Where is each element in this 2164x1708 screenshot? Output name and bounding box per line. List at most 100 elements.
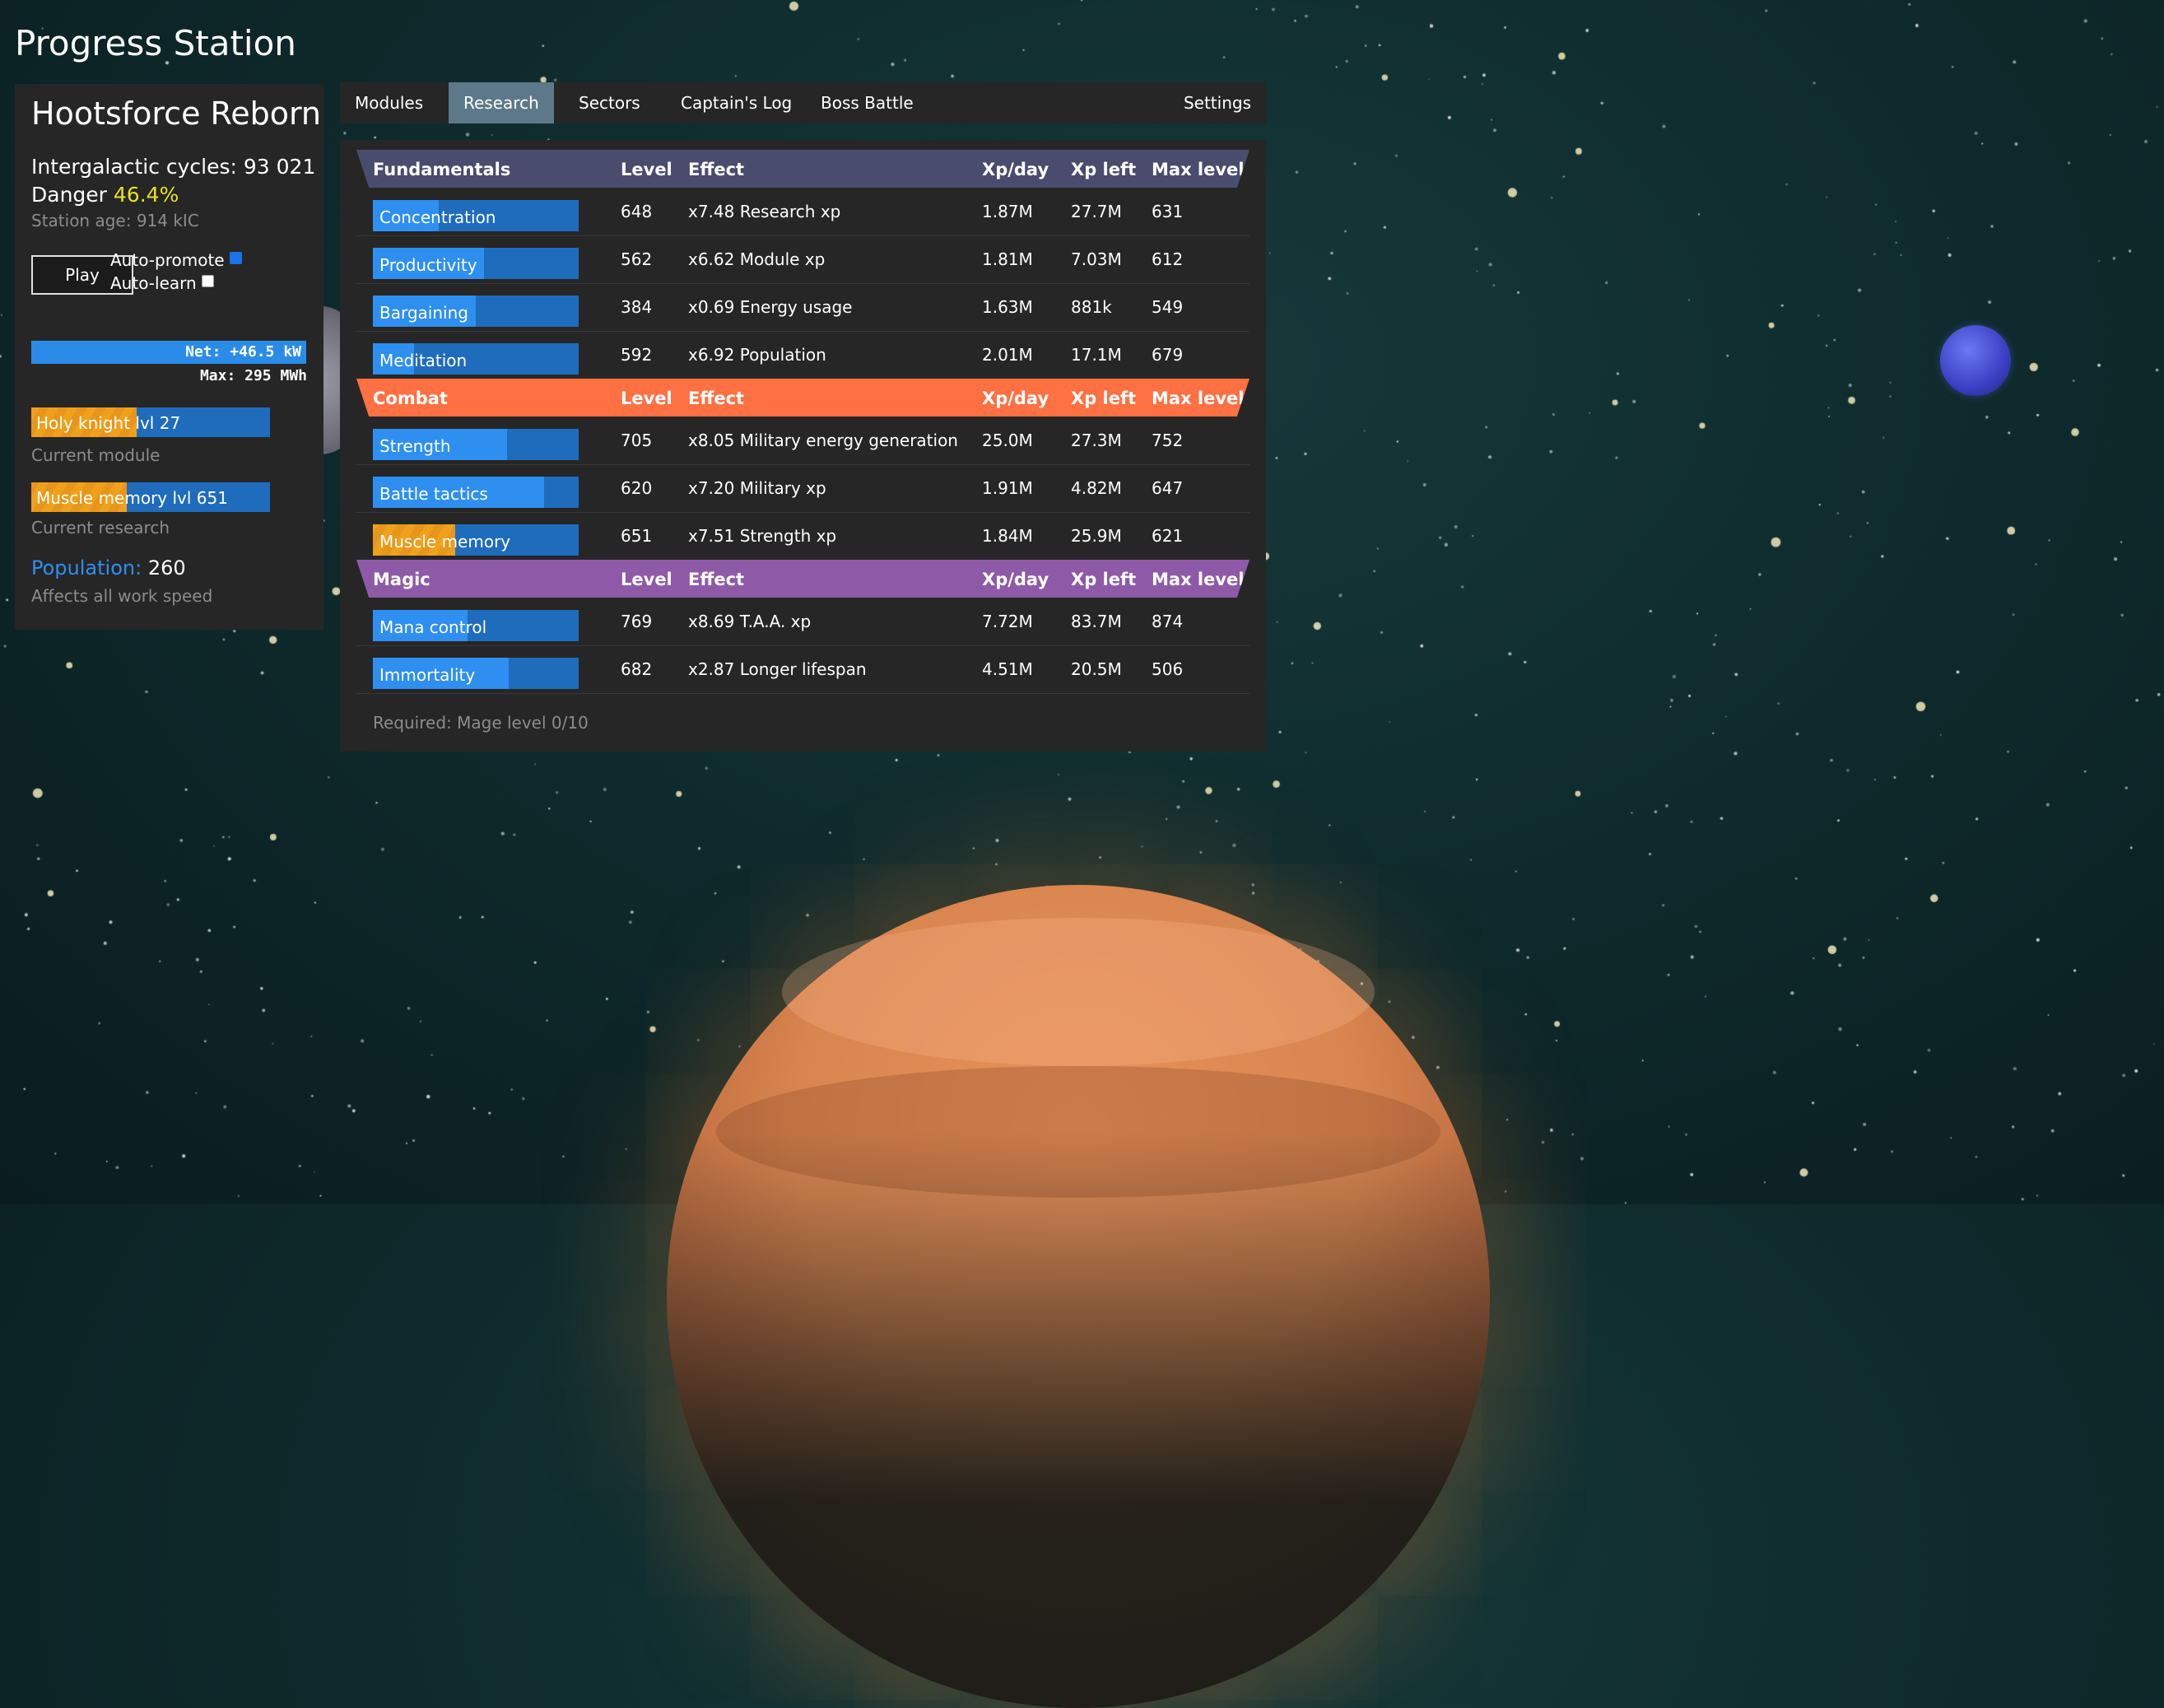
research-row: Concentration 648 x7.48 Research xp 1.87M 27…: [356, 188, 1250, 236]
auto-learn-checkbox[interactable]: [201, 275, 214, 287]
research-max-level: 647: [1152, 478, 1184, 498]
planet-shadow: [667, 885, 1490, 1708]
research-xp-left: 27.7M: [1071, 202, 1122, 221]
research-max-level: 506: [1152, 659, 1184, 679]
research-effect: x6.92 Population: [688, 345, 826, 365]
requirement-note: Required: Mage level 0/10: [373, 713, 589, 733]
column-header-level: Level: [621, 389, 672, 408]
research-xp-left: 25.9M: [1071, 526, 1122, 546]
research-effect: x8.05 Military energy generation: [688, 430, 958, 450]
danger-readout: Danger 46.4%: [31, 183, 179, 207]
column-header-effect: Effect: [688, 570, 745, 589]
research-effect: x7.48 Research xp: [688, 202, 841, 221]
column-header-xp-day: Xp/day: [982, 389, 1049, 408]
research-xp-day: 25.0M: [982, 430, 1033, 450]
population-value: 260: [147, 556, 186, 579]
research-row: Battle tactics 620 x7.20 Military xp 1.91M 4…: [356, 464, 1250, 513]
current-research-bar[interactable]: Muscle memory lvl 651: [31, 482, 270, 512]
tab-captains-log[interactable]: Captain's Log: [666, 82, 807, 123]
research-effect: x2.87 Longer lifespan: [688, 659, 867, 679]
population-readout: Population: 260: [31, 556, 186, 579]
research-name: Productivity: [379, 255, 477, 275]
research-xp-day: 7.72M: [982, 612, 1033, 631]
danger-label: Danger: [31, 183, 107, 207]
research-max-level: 621: [1152, 526, 1184, 546]
app-title: Progress Station: [15, 23, 296, 63]
research-level: 769: [621, 612, 653, 631]
research-progress-bar[interactable]: Strength: [373, 429, 579, 460]
research-name: Concentration: [379, 207, 496, 227]
research-xp-left: 7.03M: [1071, 249, 1122, 269]
research-name: Muscle memory: [379, 532, 511, 551]
category-header-magic: Magic Level Effect Xp/day Xp left Max level: [356, 560, 1250, 598]
research-max-level: 874: [1152, 612, 1184, 631]
tab-boss-battle[interactable]: Boss Battle: [806, 82, 928, 123]
current-module-caption: Current module: [31, 445, 161, 465]
research-name: Strength: [379, 436, 451, 456]
research-row: Muscle memory 651 x7.51 Strength xp 1.84M 25…: [356, 512, 1250, 561]
column-header-max-level: Max level: [1152, 389, 1245, 408]
category-name: Combat: [373, 389, 448, 408]
research-xp-day: 1.91M: [982, 478, 1033, 498]
research-effect: x8.69 T.A.A. xp: [688, 612, 812, 631]
current-module-label: Holy knight lvl 27: [36, 413, 181, 433]
research-xp-left: 17.1M: [1071, 345, 1122, 365]
danger-value: 46.4%: [113, 183, 179, 207]
tab-research[interactable]: Research: [449, 82, 554, 123]
research-name: Immortality: [379, 665, 476, 685]
research-xp-day: 1.84M: [982, 526, 1033, 546]
research-xp-left: 27.3M: [1071, 430, 1122, 450]
research-level: 562: [621, 249, 653, 269]
research-max-level: 679: [1152, 345, 1184, 365]
research-progress-bar[interactable]: Immortality: [373, 658, 579, 689]
research-progress-bar[interactable]: Productivity: [373, 248, 579, 279]
research-panel: Fundamentals Level Effect Xp/day Xp left Max …: [340, 140, 1266, 752]
research-xp-day: 1.63M: [982, 297, 1033, 317]
current-research-caption: Current research: [31, 518, 170, 538]
tab-settings[interactable]: Settings: [1169, 82, 1266, 123]
current-module-bar[interactable]: Holy knight lvl 27: [31, 407, 270, 437]
research-progress-bar[interactable]: Mana control: [373, 610, 579, 641]
research-row: Strength 705 x8.05 Military energy generat…: [356, 417, 1250, 465]
research-row: Bargaining 384 x0.69 Energy usage 1.63M 881k…: [356, 283, 1250, 332]
research-name: Meditation: [379, 351, 468, 370]
research-progress-bar[interactable]: Meditation: [373, 343, 579, 375]
research-level: 648: [621, 202, 653, 221]
column-header-max-level: Max level: [1152, 570, 1245, 589]
energy-net-bar: Net: +46.5 kW: [31, 341, 306, 364]
research-level: 620: [621, 478, 653, 498]
tab-bar: Modules Research Sectors Captain's Log B…: [340, 82, 1266, 123]
tab-modules[interactable]: Modules: [340, 82, 438, 123]
category-header-fundamentals: Fundamentals Level Effect Xp/day Xp left Max …: [356, 150, 1250, 188]
cycles-counter: Intergalactic cycles: 93 021: [31, 155, 316, 179]
research-name: Bargaining: [379, 303, 468, 323]
auto-promote-checkbox[interactable]: [229, 252, 242, 264]
column-header-xp-day: Xp/day: [982, 160, 1049, 179]
research-progress-bar[interactable]: Muscle memory: [373, 524, 579, 556]
research-row: Productivity 562 x6.62 Module xp 1.81M 7.03M…: [356, 235, 1250, 284]
energy-max-value: Max: 295 MWh: [199, 367, 307, 384]
auto-promote-label: Auto-promote: [110, 250, 225, 270]
research-progress-bar[interactable]: Bargaining: [373, 296, 579, 327]
research-progress-bar[interactable]: Battle tactics: [373, 477, 579, 508]
auto-learn-toggle[interactable]: Auto-learn: [110, 273, 214, 293]
empire-name: Hootsforce Reborn: [31, 95, 322, 132]
research-level: 651: [621, 526, 653, 546]
auto-learn-label: Auto-learn: [110, 273, 197, 293]
tab-sectors[interactable]: Sectors: [564, 82, 655, 123]
research-effect: x6.62 Module xp: [688, 249, 826, 269]
research-level: 384: [621, 297, 653, 317]
research-xp-day: 1.81M: [982, 249, 1033, 269]
auto-promote-toggle[interactable]: Auto-promote: [110, 250, 242, 270]
category-header-combat: Combat Level Effect Xp/day Xp left Max level: [356, 379, 1250, 417]
orange-planet-image: [667, 885, 1490, 1708]
research-name: Battle tactics: [379, 484, 488, 504]
research-progress-bar[interactable]: Concentration: [373, 200, 579, 231]
research-xp-day: 1.87M: [982, 202, 1033, 221]
station-age: Station age: 914 kIC: [31, 211, 199, 230]
current-research-label: Muscle memory lvl 651: [36, 488, 228, 508]
column-header-effect: Effect: [688, 389, 745, 408]
research-row: Immortality 682 x2.87 Longer lifespan 4.51M…: [356, 645, 1250, 694]
column-header-level: Level: [621, 570, 672, 589]
research-xp-left: 881k: [1071, 297, 1112, 317]
